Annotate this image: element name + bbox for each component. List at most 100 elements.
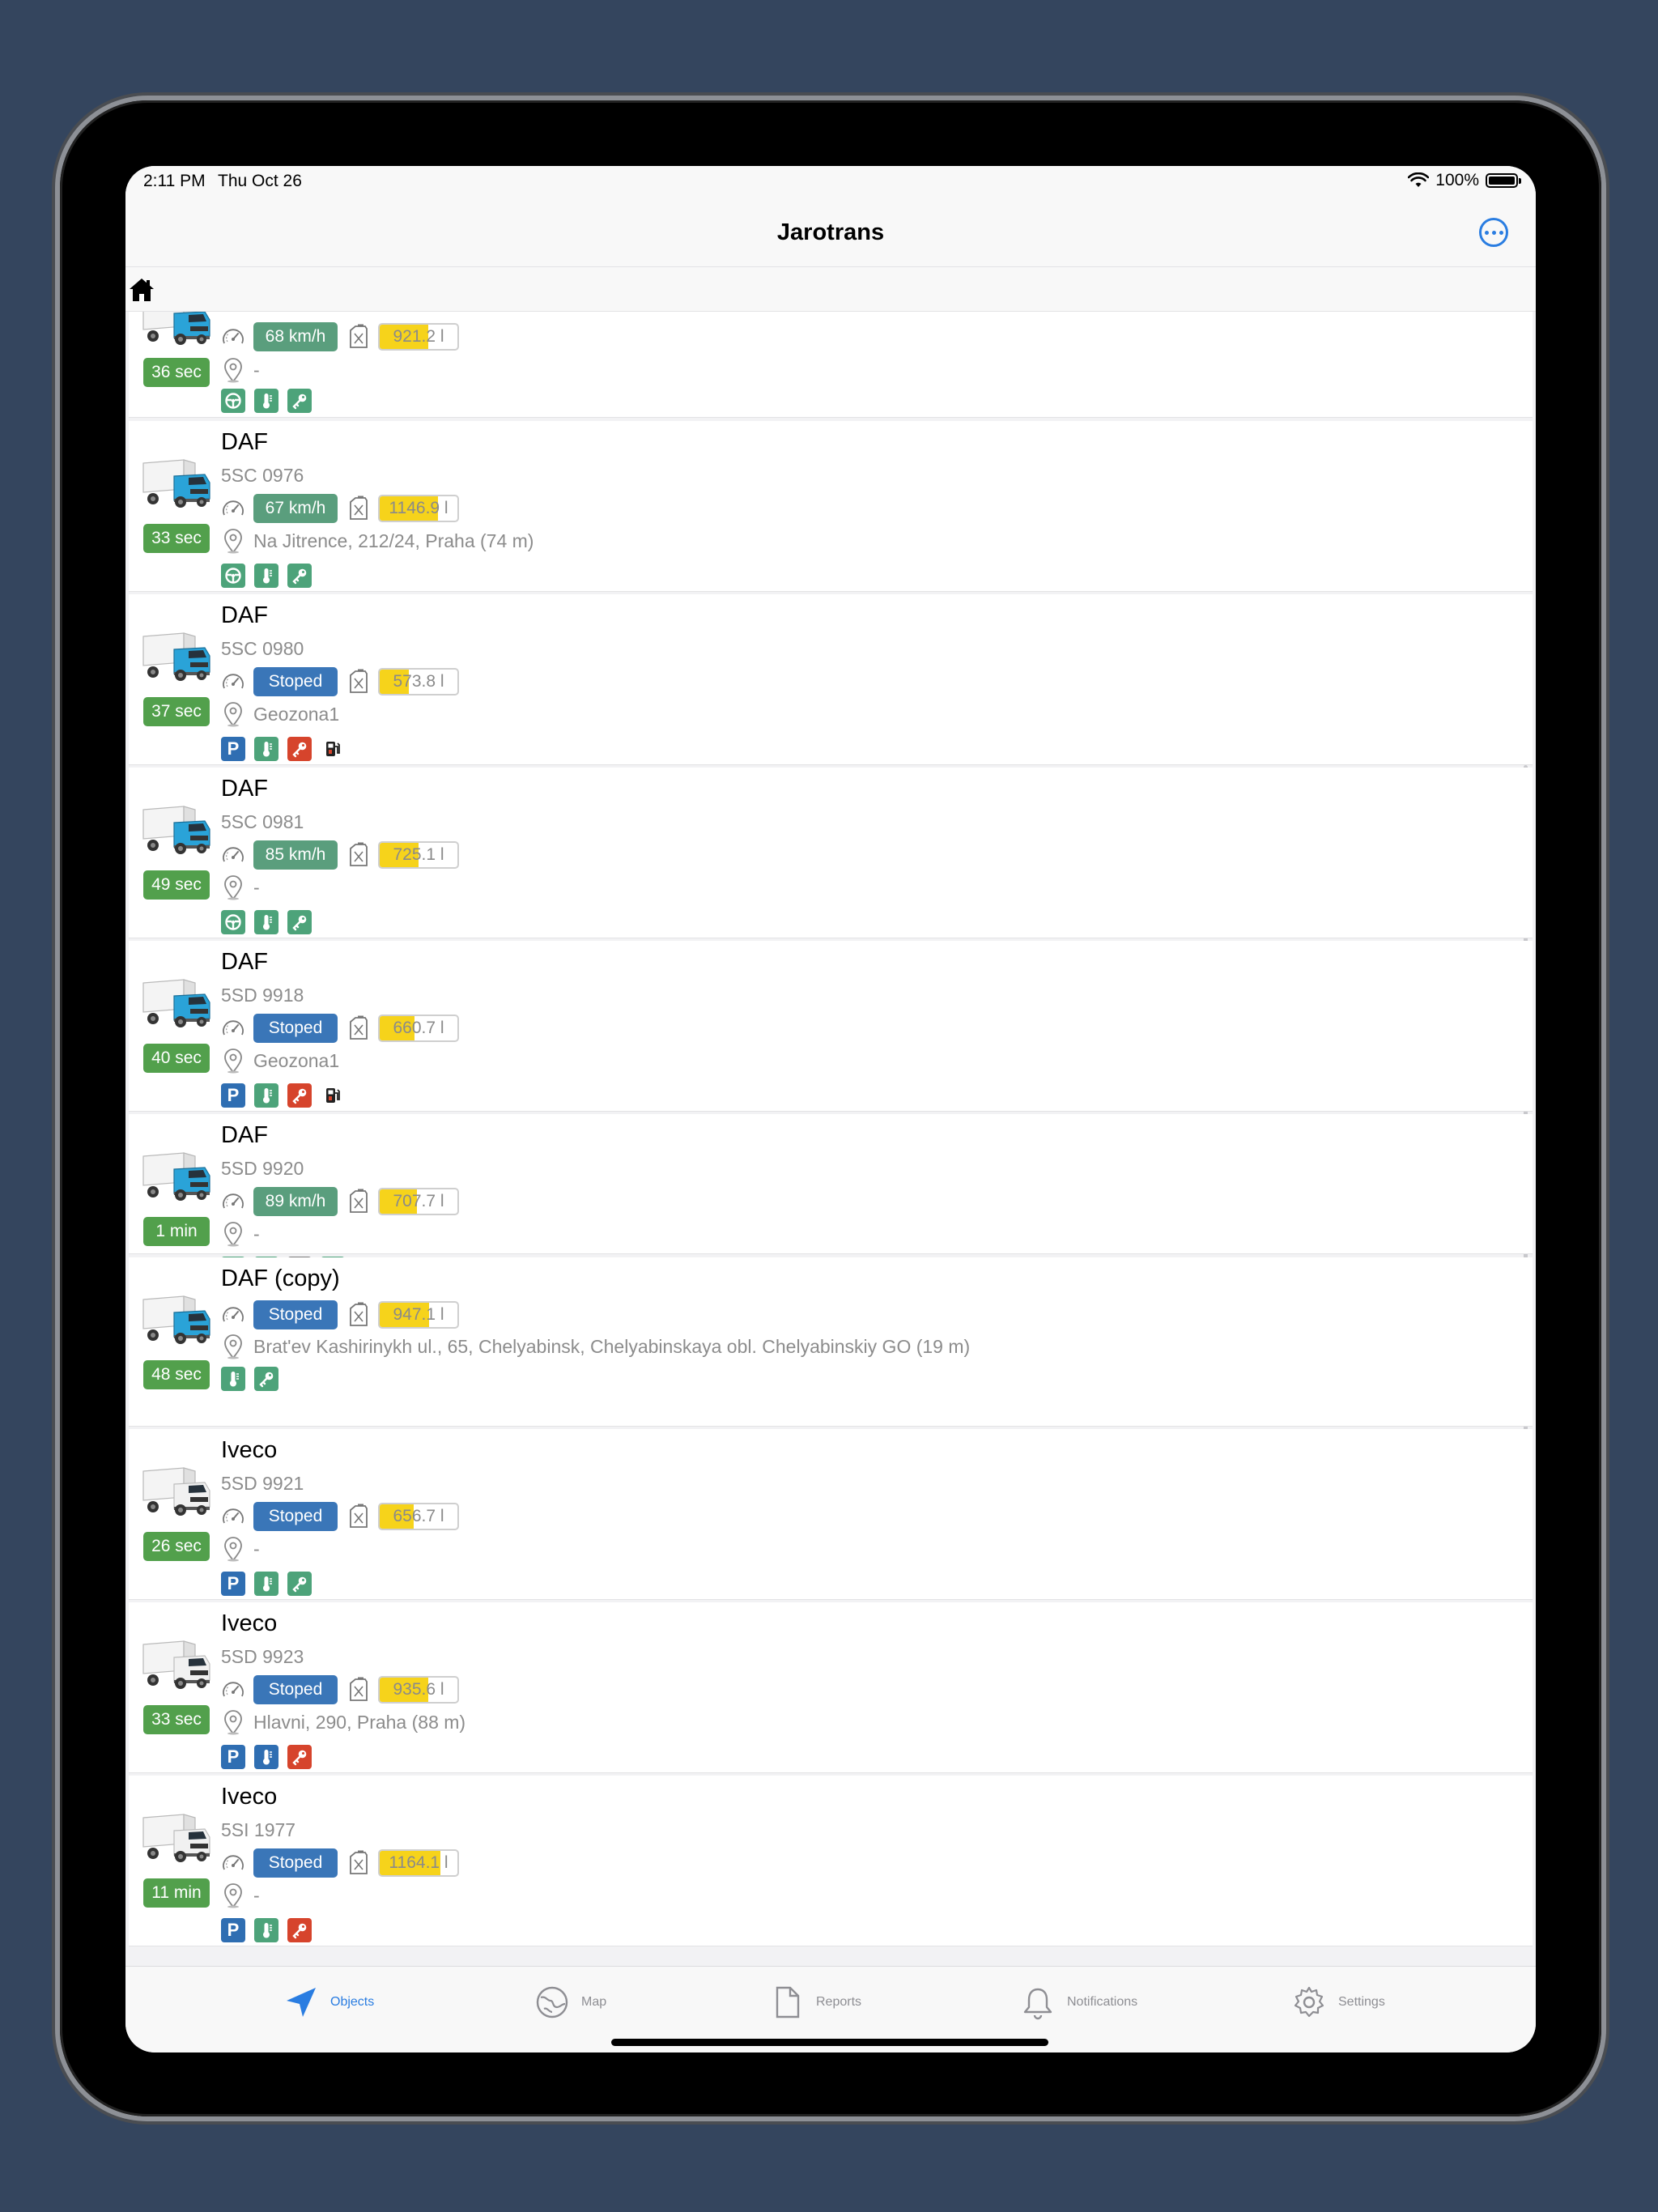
list-item[interactable]: 48 sec DAF (copy) Stoped 947.1 l Brat'ev … — [129, 1257, 1533, 1427]
last-update-badge: 36 sec — [143, 358, 210, 387]
sensor-icons: P — [221, 1745, 312, 1769]
globe-icon — [534, 1984, 570, 2020]
tab-objects[interactable]: Objects — [283, 1984, 374, 2020]
speed-fuel-line: 89 km/h 707.7 l — [221, 1187, 459, 1216]
list-item[interactable]: 26 sec Iveco 5SD 9921 Stoped 656.7 l - P — [129, 1429, 1533, 1600]
fuel-can-icon — [347, 324, 370, 350]
fuel-pump-icon — [321, 1083, 345, 1108]
more-options-button[interactable] — [1479, 218, 1508, 247]
address-line: - — [221, 1535, 260, 1563]
tab-settings[interactable]: Settings — [1291, 1984, 1385, 2020]
tab-notifications[interactable]: Notifications — [1020, 1984, 1137, 2020]
fuel-level-gauge: 1164.1 l — [378, 1849, 459, 1877]
status-date: Thu Oct 26 — [218, 172, 302, 190]
last-update-badge: 26 sec — [143, 1532, 210, 1561]
sensor-icons — [221, 564, 312, 588]
speed-fuel-line: Stoped 660.7 l — [221, 1014, 459, 1043]
vehicle-list[interactable]: 36 sec 68 km/h 921.2 l - 33 sec DAF 5SC 09… — [125, 312, 1536, 1984]
list-item[interactable]: 36 sec 68 km/h 921.2 l - — [129, 312, 1533, 418]
thermometer-icon — [254, 1083, 278, 1108]
key-icon — [287, 910, 312, 934]
speed-fuel-line: 85 km/h 725.1 l — [221, 840, 459, 870]
address-line: Brat'ev Kashirinykh ul., 65, Chelyabinsk… — [221, 1333, 970, 1360]
list-item[interactable]: 49 sec DAF 5SC 0981 85 km/h 725.1 l - — [129, 768, 1533, 938]
speed-fuel-line: Stoped 935.6 l — [221, 1675, 459, 1704]
speed-badge: 85 km/h — [253, 840, 338, 870]
list-item[interactable]: 37 sec DAF 5SC 0980 Stoped 573.8 l Geozona… — [129, 594, 1533, 765]
fuel-can-icon — [347, 1189, 370, 1214]
speed-badge: Stoped — [253, 1675, 338, 1704]
tab-reports[interactable]: Reports — [769, 1984, 861, 2020]
address-line: - — [221, 1882, 260, 1909]
address-line: Na Jitrence, 212/24, Praha (74 m) — [221, 527, 534, 555]
steering-wheel-icon — [221, 564, 245, 588]
speed-badge: 89 km/h — [253, 1187, 338, 1216]
truck-image — [142, 805, 211, 855]
home-indicator — [611, 2039, 1048, 2046]
steering-wheel-icon — [221, 389, 245, 413]
status-time: 2:11 PM — [143, 172, 206, 190]
vehicle-address: Geozona1 — [253, 703, 340, 725]
tab-map[interactable]: Map — [534, 1984, 606, 2020]
vehicle-name: DAF — [221, 1122, 268, 1148]
list-item[interactable]: 1 min DAF 5SD 9920 89 km/h 707.7 l - — [129, 1114, 1533, 1281]
key-red-icon — [287, 737, 312, 761]
thermometer-icon — [254, 910, 278, 934]
key-icon — [254, 1367, 278, 1391]
speed-badge: Stoped — [253, 1502, 338, 1531]
address-line: Geozona1 — [221, 700, 339, 728]
speed-fuel-line: 67 km/h 1146.9 l — [221, 494, 459, 523]
last-update-badge: 1 min — [143, 1217, 210, 1246]
thermometer-icon — [254, 1918, 278, 1942]
speed-fuel-line: Stoped 573.8 l — [221, 667, 459, 696]
fuel-value: 573.8 l — [393, 672, 444, 691]
speed-badge: 67 km/h — [253, 494, 338, 523]
last-update-badge: 11 min — [143, 1878, 210, 1908]
fuel-value: 1146.9 l — [389, 499, 449, 517]
list-item[interactable]: 11 min Iveco 5SI 1977 Stoped 1164.1 l - P — [129, 1776, 1533, 1946]
location-pin-icon — [221, 528, 245, 554]
location-pin-icon — [221, 1334, 245, 1359]
speedometer-icon — [221, 1189, 245, 1214]
speed-badge: Stoped — [253, 667, 338, 696]
fuel-value: 947.1 l — [393, 1305, 444, 1324]
truck-image — [142, 312, 211, 346]
address-line: Hlavni, 290, Praha (88 m) — [221, 1708, 466, 1736]
speed-fuel-line: Stoped 656.7 l — [221, 1502, 459, 1531]
list-item[interactable]: 33 sec Iveco 5SD 9923 Stoped 935.6 l Hlavn… — [129, 1602, 1533, 1773]
list-item[interactable]: 33 sec DAF 5SC 0976 67 km/h 1146.9 l Na Ji… — [129, 421, 1533, 592]
vehicle-plate: 5SD 9918 — [221, 985, 304, 1006]
fuel-level-gauge: 1146.9 l — [378, 495, 459, 522]
speed-badge: Stoped — [253, 1014, 338, 1043]
fuel-can-icon — [347, 1504, 370, 1529]
vehicle-plate: 5SC 0980 — [221, 638, 304, 659]
navigation-bar: Jarotrans — [125, 198, 1536, 267]
vehicle-address: - — [253, 1538, 260, 1559]
sensor-icons — [221, 1367, 278, 1391]
tab-label: Reports — [816, 1995, 862, 2009]
last-update-badge: 48 sec — [143, 1360, 210, 1389]
vehicle-name: DAF (copy) — [221, 1266, 340, 1291]
list-item[interactable]: 40 sec DAF 5SD 9918 Stoped 660.7 l Geozona… — [129, 941, 1533, 1112]
fuel-level-gauge: 921.2 l — [378, 323, 459, 351]
tab-label: Settings — [1338, 1995, 1385, 2009]
home-icon[interactable] — [127, 275, 156, 304]
speed-badge: Stoped — [253, 1848, 338, 1878]
status-bar: 2:11 PM Thu Oct 26 100% — [125, 166, 1536, 198]
location-pin-icon — [221, 701, 245, 727]
parking-icon: P — [221, 737, 245, 761]
truck-image — [142, 1151, 211, 1202]
address-line: - — [221, 874, 260, 901]
address-line: - — [221, 356, 260, 384]
key-red-icon — [287, 1745, 312, 1769]
tab-label: Map — [581, 1995, 607, 2009]
speed-fuel-line: Stoped 947.1 l — [221, 1300, 459, 1329]
truck-image — [142, 632, 211, 682]
key-red-icon — [287, 1918, 312, 1942]
tab-label: Notifications — [1067, 1995, 1138, 2009]
fuel-can-icon — [347, 1677, 370, 1703]
fuel-can-icon — [347, 669, 370, 695]
vehicle-name: Iveco — [221, 1784, 278, 1810]
fuel-can-icon — [347, 842, 370, 868]
location-pin-icon — [221, 1536, 245, 1562]
